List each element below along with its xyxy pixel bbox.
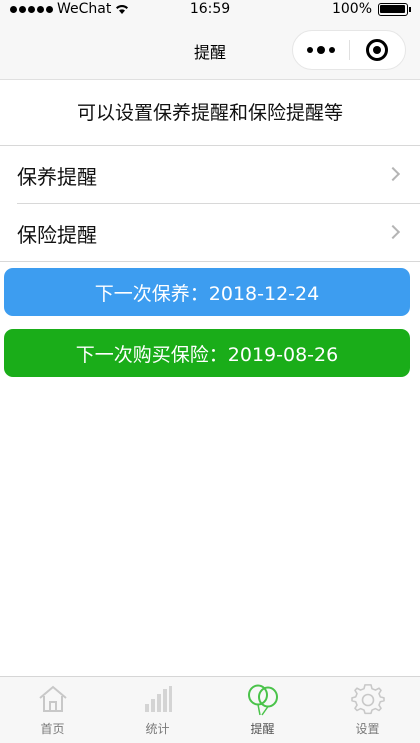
battery-icon — [378, 2, 411, 16]
next-maintenance-banner[interactable]: 下一次保养：2018-12-24 — [4, 268, 410, 316]
chevron-right-icon — [385, 166, 401, 182]
battery-percent: 100% — [331, 1, 372, 17]
list-item-maintenance-reminder[interactable]: 保养提醒 — [0, 147, 420, 204]
tab-reminders[interactable]: 提醒 — [210, 677, 315, 743]
chevron-right-icon — [385, 224, 401, 240]
tab-label: 提醒 — [250, 722, 275, 736]
home-icon — [38, 685, 67, 712]
battery-status: 100% — [331, 1, 411, 17]
more-dots-icon[interactable] — [293, 31, 349, 69]
tab-label: 设置 — [355, 722, 380, 736]
next-insurance-banner[interactable]: 下一次购买保险：2019-08-26 — [4, 329, 410, 377]
bar-chart-icon — [144, 686, 172, 712]
tab-label: 统计 — [145, 722, 170, 736]
tab-home[interactable]: 首页 — [0, 677, 105, 743]
divider — [0, 261, 420, 262]
list-item-label: 保养提醒 — [17, 165, 97, 189]
list-item-insurance-reminder[interactable]: 保险提醒 — [0, 205, 420, 262]
gear-icon — [350, 684, 385, 715]
tab-statistics[interactable]: 统计 — [105, 677, 210, 743]
status-bar: WeChat 16:59 100% — [0, 0, 420, 20]
close-mini-program-button[interactable] — [349, 31, 405, 69]
page-description: 可以设置保养提醒和保险提醒等 — [0, 80, 420, 146]
record-close-icon — [366, 39, 389, 61]
battery-level — [380, 4, 405, 13]
nav-bar: 提醒 — [0, 20, 420, 80]
divider — [17, 203, 420, 204]
list-item-label: 保险提醒 — [17, 223, 97, 247]
tab-label: 首页 — [40, 722, 65, 736]
tab-settings[interactable]: 设置 — [315, 677, 420, 743]
tab-bar: 首页 统计 提醒 设置 — [0, 676, 420, 743]
balloon-icon — [247, 684, 278, 716]
mini-program-capsule — [292, 30, 406, 70]
